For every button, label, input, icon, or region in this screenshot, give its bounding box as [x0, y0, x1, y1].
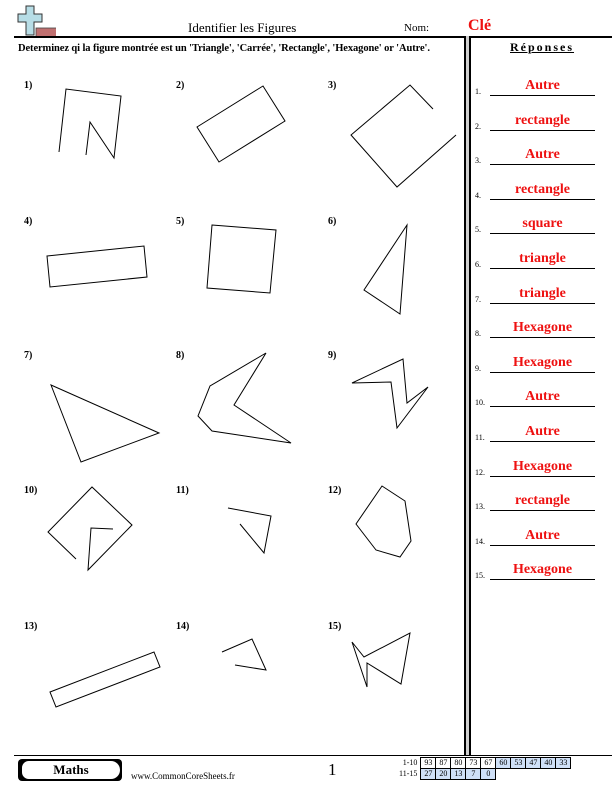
shape-13: [49, 651, 161, 708]
shape-3: [350, 84, 457, 188]
shape-10: [47, 486, 133, 572]
shape-2: [196, 85, 286, 163]
footer-rule: [14, 755, 612, 756]
score-cell: 73: [465, 757, 482, 769]
shapes-canvas: [46, 84, 457, 708]
shape-15: [351, 632, 411, 688]
score-cell: 80: [450, 757, 467, 769]
score-cell-empty: [496, 769, 511, 780]
score-cell: 93: [420, 757, 437, 769]
shape-14: [221, 638, 267, 671]
score-cell: 13: [450, 768, 467, 780]
score-row-label: 11-15: [399, 769, 418, 778]
maths-badge-label: Maths: [22, 761, 120, 779]
score-row-label: 1-10: [402, 758, 418, 767]
score-cell: 47: [525, 757, 542, 769]
shape-8: [197, 352, 292, 444]
score-cell-empty: [556, 769, 571, 780]
shape-5: [206, 224, 277, 294]
score-cell: 87: [435, 757, 452, 769]
score-cell: 40: [540, 757, 557, 769]
shape-1: [58, 88, 122, 160]
score-cell: 67: [480, 757, 497, 769]
site-url: www.CommonCoreSheets.fr: [131, 771, 235, 781]
score-row: 11-15 27 20 13 7 0: [396, 768, 571, 780]
shape-12: [355, 485, 412, 558]
score-table: 1-10 93 87 80 73 67 60 53 47 40 33 11-15 27 20 13 7 0: [396, 757, 572, 780]
score-cell: 60: [495, 757, 512, 769]
score-cell: 20: [435, 768, 452, 780]
score-row: 1-10 93 87 80 73 67 60 53 47 40 33: [396, 757, 572, 769]
score-cell-empty: [511, 769, 526, 780]
score-cell: 27: [420, 768, 437, 780]
page-number: 1: [328, 760, 337, 779]
shape-4: [46, 245, 148, 288]
score-cell: 0: [480, 768, 497, 780]
shape-7: [50, 384, 161, 463]
score-cell: 7: [465, 768, 482, 780]
score-cell-empty: [526, 769, 541, 780]
score-cell: 53: [510, 757, 527, 769]
shape-9: [351, 358, 429, 430]
score-cell-empty: [541, 769, 556, 780]
shape-6: [363, 223, 408, 315]
score-cell: 33: [555, 757, 572, 769]
shape-11: [227, 507, 272, 555]
